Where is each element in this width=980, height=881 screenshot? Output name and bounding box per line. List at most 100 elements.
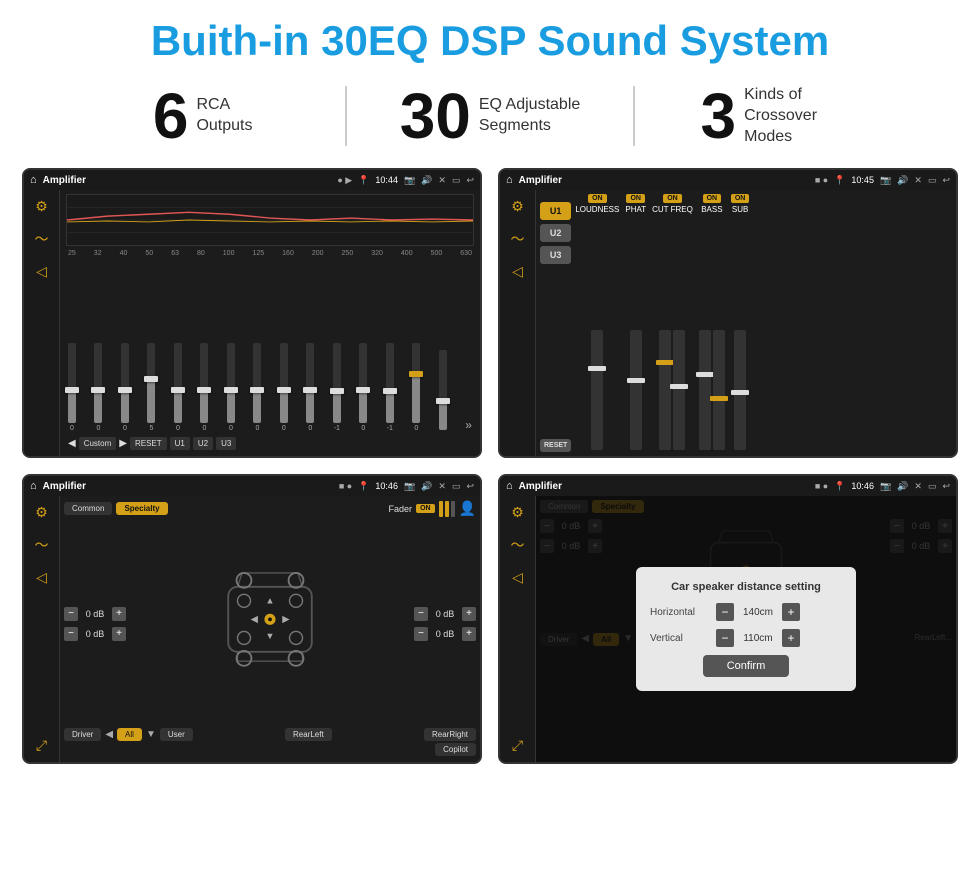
speaker-icon[interactable]: ◁	[36, 263, 47, 280]
crossover-side-panel: ⚙ 〜 ◁	[500, 190, 536, 456]
db-plus-1[interactable]: +	[112, 607, 126, 621]
u1-channel-btn[interactable]: U1	[540, 202, 571, 220]
db-plus-3[interactable]: +	[462, 607, 476, 621]
u3-btn[interactable]: U3	[216, 437, 236, 450]
home-icon[interactable]: ⌂	[30, 174, 37, 186]
loudness-on[interactable]: ON	[588, 194, 607, 203]
back-icon[interactable]: ↩	[466, 175, 474, 186]
speaker-icon-4[interactable]: ◁	[512, 569, 523, 586]
vertical-minus[interactable]: −	[716, 629, 734, 647]
prev-arrow[interactable]: ◀	[68, 438, 76, 449]
speaker-icon-3[interactable]: ◁	[36, 569, 47, 586]
eq-icon-4[interactable]: ⚙	[511, 504, 524, 521]
slider-track-12[interactable]	[359, 343, 367, 423]
specialty-tab[interactable]: Specialty	[116, 502, 167, 515]
slider-track-2[interactable]	[94, 343, 102, 423]
u2-btn[interactable]: U2	[193, 437, 213, 450]
sub-on[interactable]: ON	[731, 194, 750, 203]
channel-buttons: U1 U2 U3 RESET	[540, 194, 571, 452]
loudness-slider[interactable]	[591, 330, 603, 450]
db-plus-2[interactable]: +	[112, 627, 126, 641]
home-icon-3[interactable]: ⌂	[30, 480, 37, 492]
expand-icon[interactable]: ⤢	[36, 737, 47, 754]
eq-icon-2[interactable]: ⚙	[511, 198, 524, 215]
home-icon-4[interactable]: ⌂	[506, 480, 513, 492]
db-plus-4[interactable]: +	[462, 627, 476, 641]
slider-track-13[interactable]	[386, 343, 394, 423]
u3-channel-btn[interactable]: U3	[540, 246, 571, 264]
phat-slider[interactable]	[630, 330, 642, 450]
slider-track-3[interactable]	[121, 343, 129, 423]
home-icon-2[interactable]: ⌂	[506, 174, 513, 186]
slider-track-9[interactable]	[280, 343, 288, 423]
slider-track-6[interactable]	[200, 343, 208, 423]
db-value-4: 0 dB	[431, 629, 459, 639]
left-arrow-btn[interactable]: ◀	[105, 729, 113, 740]
fader-bottom-bar: Driver ◀ All ▼ User RearLeft RearRight	[64, 724, 476, 741]
expand-icon-2[interactable]: ⤢	[512, 737, 523, 754]
all-btn[interactable]: All	[117, 728, 142, 741]
cutfreq-on[interactable]: ON	[663, 194, 682, 203]
db-minus-1[interactable]: −	[64, 607, 78, 621]
u1-btn[interactable]: U1	[170, 437, 190, 450]
u2-channel-btn[interactable]: U2	[540, 224, 571, 242]
eq-bottom-bar: ◀ Custom ▶ RESET U1 U2 U3	[66, 434, 474, 452]
horizontal-minus[interactable]: −	[716, 603, 734, 621]
eq-icon[interactable]: ⚙	[35, 198, 48, 215]
sub-slider[interactable]	[734, 330, 746, 450]
back-icon-2[interactable]: ↩	[942, 175, 950, 186]
wave-icon-2[interactable]: 〜	[511, 229, 525, 249]
speaker-icon-2[interactable]: ◁	[512, 263, 523, 280]
eq-slider-10: 0	[306, 343, 314, 432]
horizontal-plus[interactable]: +	[782, 603, 800, 621]
dot-icons-3: ■ ●	[339, 481, 352, 491]
slider-track-5[interactable]	[174, 343, 182, 423]
slider-track-10[interactable]	[306, 343, 314, 423]
slider-val-9: 0	[282, 425, 286, 432]
fader-status-bar: ⌂ Amplifier ■ ● 📍 10:46 📷 🔊 ✕ ▭ ↩	[24, 476, 480, 496]
bass-slider-2[interactable]	[713, 330, 725, 450]
copilot-btn[interactable]: Copilot	[435, 743, 476, 756]
cutfreq-slider-1[interactable]	[659, 330, 671, 450]
back-icon-3[interactable]: ↩	[466, 481, 474, 492]
phat-on[interactable]: ON	[626, 194, 645, 203]
wave-icon-3[interactable]: 〜	[35, 535, 49, 555]
vertical-plus[interactable]: +	[782, 629, 800, 647]
fader-main-content: Common Specialty Fader ON 👤	[60, 496, 480, 762]
eq-sliders: 0 0 0	[66, 260, 474, 432]
rearleft-btn[interactable]: RearLeft	[285, 728, 332, 741]
fader-on-badge[interactable]: ON	[416, 504, 435, 513]
bass-slider-1[interactable]	[699, 330, 711, 450]
back-icon-4[interactable]: ↩	[942, 481, 950, 492]
eq-icon-3[interactable]: ⚙	[35, 504, 48, 521]
common-tab[interactable]: Common	[64, 502, 112, 515]
db-minus-2[interactable]: −	[64, 627, 78, 641]
db-minus-4[interactable]: −	[414, 627, 428, 641]
slider-track-11[interactable]	[333, 343, 341, 423]
cutfreq-label: CUT FREQ	[652, 205, 693, 214]
more-icon[interactable]: »	[465, 418, 472, 432]
user-btn[interactable]: User	[160, 728, 193, 741]
wave-icon[interactable]: 〜	[35, 229, 49, 249]
reset-btn[interactable]: RESET	[130, 437, 167, 450]
play-arrow[interactable]: ▶	[119, 438, 127, 449]
sub-label: SUB	[732, 205, 748, 214]
x-icon-4: ✕	[914, 481, 922, 492]
reset-cross-btn[interactable]: RESET	[540, 439, 571, 452]
bass-on[interactable]: ON	[703, 194, 722, 203]
wave-icon-4[interactable]: 〜	[511, 535, 525, 555]
confirm-button[interactable]: Confirm	[703, 655, 790, 677]
slider-track-7[interactable]	[227, 343, 235, 423]
slider-track-4[interactable]	[147, 343, 155, 423]
right-arrow-btn[interactable]: ▼	[146, 729, 156, 740]
eq-graph-svg	[67, 195, 473, 245]
slider-track-8[interactable]	[253, 343, 261, 423]
db-minus-3[interactable]: −	[414, 607, 428, 621]
custom-btn[interactable]: Custom	[79, 437, 117, 450]
cutfreq-slider-2[interactable]	[673, 330, 685, 450]
driver-btn[interactable]: Driver	[64, 728, 101, 741]
slider-track-15[interactable]	[439, 350, 447, 430]
slider-track-14[interactable]	[412, 343, 420, 423]
slider-track-1[interactable]	[68, 343, 76, 423]
rearright-btn[interactable]: RearRight	[424, 728, 476, 741]
